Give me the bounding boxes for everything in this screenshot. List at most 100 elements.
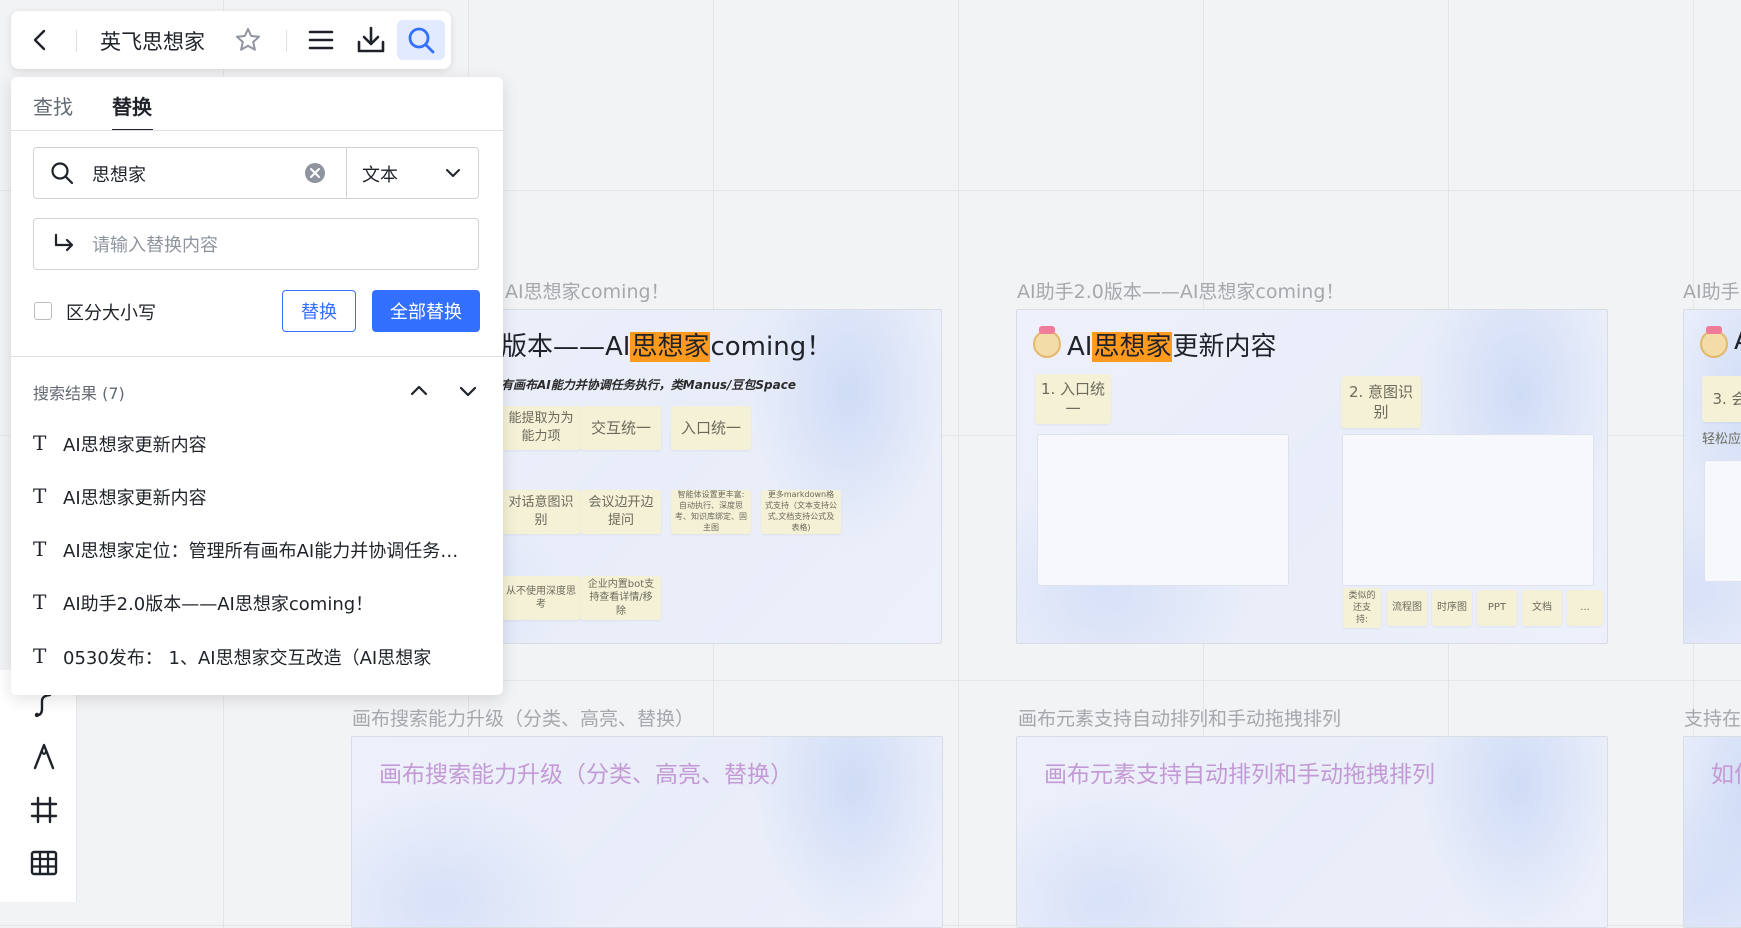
connector-icon	[34, 693, 52, 718]
panel-divider	[11, 356, 503, 357]
search-result-item[interactable]: T AI思想家定位：管理所有画布AI能力并协调任务执行，类Manus/豆包Spa…	[11, 527, 503, 571]
frame-partial[interactable]: A 3. 会中 轻松应对	[1683, 309, 1741, 644]
emoji-sticker-icon	[1033, 326, 1061, 358]
search-result-text: 0530发布： 1、AI思想家交互改造（AI思想家	[63, 648, 432, 669]
emoji-sticker-icon	[1700, 326, 1728, 358]
tabs-divider	[11, 130, 503, 131]
tag-chip[interactable]: PPT	[1477, 590, 1517, 626]
sticky-note[interactable]: 3. 会中	[1702, 376, 1741, 422]
search-results-count: 搜索结果 (7)	[33, 384, 125, 403]
toolbar-divider	[286, 30, 287, 52]
note-text: 轻松应对	[1702, 432, 1741, 447]
back-button[interactable]	[21, 20, 61, 60]
search-input[interactable]: 思想家	[92, 161, 146, 187]
tag-chip[interactable]: ...	[1567, 590, 1603, 626]
tag-chip[interactable]: 时序图	[1432, 590, 1472, 626]
search-result-item[interactable]: T 0530发布： 1、AI思想家交互改造（AI思想家	[11, 634, 503, 678]
favorite-button[interactable]	[228, 20, 268, 60]
frame-title: 如何	[1711, 762, 1741, 788]
search-result-item[interactable]: T AI思想家更新内容	[11, 474, 503, 518]
search-icon	[51, 162, 74, 185]
sticky-note[interactable]: 交互统一	[581, 406, 661, 450]
frame-caption: AI助手	[1683, 281, 1740, 303]
search-type-value: 文本	[362, 165, 398, 186]
replace-all-button[interactable]: 全部替换	[372, 290, 480, 332]
tag-chip[interactable]: 流程图	[1387, 590, 1427, 626]
search-result-item[interactable]: T AI助手2.0版本——AI思想家coming！	[11, 580, 503, 624]
search-icon	[408, 27, 435, 54]
next-result-button[interactable]	[454, 377, 482, 405]
sticky-note[interactable]: 2. 意图识别	[1341, 376, 1421, 428]
frame-title: 版本——AI思想家coming！	[501, 332, 833, 362]
menu-button[interactable]	[301, 20, 341, 60]
sticky-note[interactable]: 智能体设置更丰富: 自动执行、深度思考、知识库绑定、固主图	[671, 490, 751, 534]
top-toolbar: 英飞思想家	[11, 11, 451, 69]
chevron-down-icon	[459, 386, 477, 397]
sticky-note[interactable]: 企业内置bot支持查看详情/移除	[581, 576, 661, 620]
table-icon	[30, 850, 58, 876]
sticky-note[interactable]: 会议边开边提问	[581, 490, 661, 534]
search-highlight: 思想家	[630, 332, 711, 362]
chevron-down-icon	[446, 169, 460, 177]
search-highlight: 思想家	[1092, 332, 1173, 362]
sticky-note[interactable]: 从不使用深度思考	[501, 576, 581, 620]
replace-field[interactable]	[33, 218, 479, 270]
tab-find[interactable]: 查找	[33, 91, 73, 120]
search-result-text: AI助手2.0版本——AI思想家coming！	[63, 594, 374, 615]
left-toolbar	[0, 670, 77, 902]
menu-icon	[308, 30, 334, 50]
tab-replace[interactable]: 替换	[112, 91, 152, 120]
frame-title: 画布搜索能力升级（分类、高亮、替换）	[379, 762, 793, 788]
replace-button[interactable]: 替换	[282, 290, 356, 332]
frame-caption: AI思想家coming！	[505, 281, 670, 303]
pen-tool[interactable]	[24, 736, 64, 776]
text-type-icon: T	[33, 484, 47, 508]
search-result-text: AI思想家定位：管理所有画布AI能力并协调任务执行，类Manus/豆包Space	[63, 541, 475, 562]
text-type-icon: T	[33, 644, 47, 668]
find-replace-panel: 查找 替换 思想家 文本 区分大小写 替换 全部替换 搜索结果 (7) T AI…	[11, 77, 503, 695]
search-result-text: AI思想家更新内容	[63, 435, 207, 456]
text-type-icon: T	[33, 431, 47, 455]
sticky-note[interactable]: 1. 入口统一	[1035, 374, 1111, 424]
clear-search-button[interactable]	[304, 162, 326, 184]
search-button[interactable]	[397, 20, 445, 60]
table-tool[interactable]	[24, 843, 64, 883]
frame-caption: 画布元素支持自动排列和手动拖拽排列	[1018, 708, 1342, 730]
sticky-note[interactable]: 入口统一	[671, 406, 751, 450]
pen-icon	[33, 743, 55, 770]
sticky-note[interactable]: 类似的还支持:	[1343, 588, 1381, 628]
document-title[interactable]: 英飞思想家	[100, 26, 205, 56]
frame-ai-thinker-updates[interactable]: AI思想家更新内容 1. 入口统一 2. 意图识别 类似的还支持: 流程图 时序…	[1016, 309, 1608, 644]
screenshot-mock	[1704, 460, 1741, 582]
back-arrow-icon	[33, 29, 46, 51]
search-field[interactable]: 思想家 文本	[33, 147, 479, 199]
frame-caption: 支持在	[1684, 708, 1741, 730]
frame-title: 画布元素支持自动排列和手动拖拽排列	[1044, 762, 1435, 788]
download-button[interactable]	[351, 20, 391, 60]
search-result-item[interactable]: T AI思想家更新内容	[11, 421, 503, 465]
case-sensitive-checkbox[interactable]	[34, 302, 52, 320]
replace-input[interactable]	[90, 231, 464, 259]
frame-title: A	[1734, 326, 1741, 356]
screenshot-mock	[1342, 434, 1594, 586]
frame-icon	[30, 796, 58, 824]
frame-partial[interactable]: 如何	[1683, 736, 1741, 928]
toolbar-divider	[76, 30, 77, 52]
sticky-note[interactable]: 对话意图识别	[501, 490, 581, 534]
previous-result-button[interactable]	[405, 377, 433, 405]
clear-circle-icon	[305, 163, 325, 183]
sticky-note[interactable]: 更多markdown格式支持（文本支持公式,文档支持公式及表格)	[761, 490, 841, 534]
return-arrow-icon	[54, 233, 74, 252]
frame-caption: 画布搜索能力升级（分类、高亮、替换）	[352, 708, 695, 730]
tag-chip[interactable]: 文档	[1522, 590, 1562, 626]
frame-auto-arrange[interactable]: 画布元素支持自动排列和手动拖拽排列	[1016, 736, 1608, 928]
star-icon	[236, 28, 260, 51]
search-type-select[interactable]: 文本	[347, 148, 478, 198]
download-icon	[357, 26, 385, 53]
chevron-up-icon	[410, 385, 428, 396]
frame-tool[interactable]	[24, 790, 64, 830]
sticky-note[interactable]: 能提取为为能力项	[501, 406, 581, 450]
frame-subtitle: 有画布AI能力并协调任务执行，类Manus/豆包Space	[501, 378, 796, 392]
frame-search-upgrade[interactable]: 画布搜索能力升级（分类、高亮、替换）	[351, 736, 943, 928]
case-sensitive-label: 区分大小写	[66, 303, 156, 324]
